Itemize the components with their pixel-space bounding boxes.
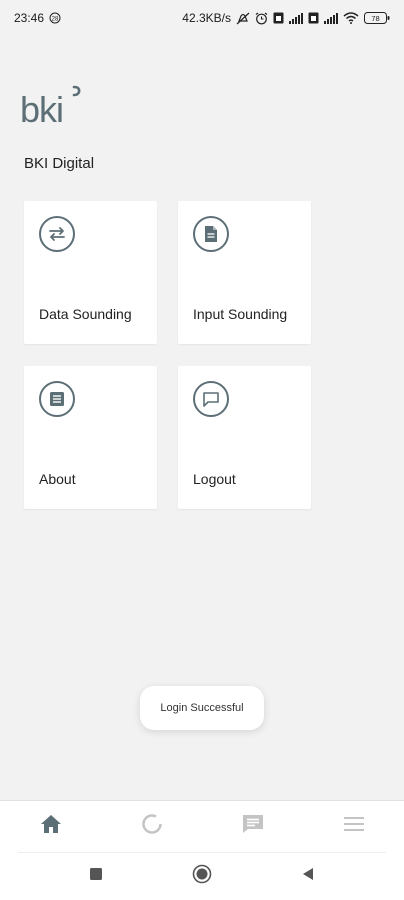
- about-label: About: [39, 471, 76, 487]
- bki-logo: bki: [20, 82, 92, 130]
- about-card[interactable]: About: [24, 366, 157, 509]
- bottom-navigation: [0, 800, 404, 852]
- alarm-icon: [255, 12, 268, 25]
- chat-bubble-icon: [193, 381, 229, 417]
- status-right: 42.3KB/s 78: [182, 11, 390, 25]
- login-toast: Login Successful: [140, 686, 264, 730]
- loading-icon: [141, 813, 163, 840]
- wifi-icon: [343, 12, 359, 24]
- circle-icon: [192, 864, 212, 889]
- home-system-button[interactable]: [187, 861, 217, 891]
- nav-loading-button[interactable]: [122, 807, 182, 847]
- status-left: 23:46 28: [14, 11, 61, 25]
- back-triangle-icon: [302, 867, 314, 886]
- network-speed: 42.3KB/s: [182, 11, 231, 25]
- message-icon: [242, 814, 264, 839]
- app-title: BKI Digital: [24, 155, 95, 172]
- menu-icon: [343, 816, 365, 837]
- notification-badge-icon: 28: [49, 12, 61, 24]
- sim1-icon: [273, 12, 284, 24]
- mute-icon: [236, 12, 250, 25]
- battery-level: 78: [371, 14, 379, 23]
- recent-apps-button[interactable]: [81, 861, 111, 891]
- input-sounding-card[interactable]: Input Sounding: [178, 201, 311, 344]
- notification-badge-count: 28: [52, 16, 59, 22]
- list-icon: [39, 381, 75, 417]
- data-sounding-card[interactable]: Data Sounding: [24, 201, 157, 344]
- signal2-icon: [324, 12, 338, 24]
- back-system-button[interactable]: [293, 861, 323, 891]
- status-bar: 23:46 28 42.3KB/s 78: [0, 0, 404, 36]
- logout-card[interactable]: Logout: [178, 366, 311, 509]
- logout-label: Logout: [193, 471, 236, 487]
- nav-messages-button[interactable]: [223, 807, 283, 847]
- data-sounding-label: Data Sounding: [39, 306, 132, 322]
- swap-arrows-icon: [39, 216, 75, 252]
- status-time: 23:46: [14, 11, 45, 25]
- system-navigation-bar: [0, 852, 404, 900]
- home-icon: [40, 814, 62, 839]
- nav-home-button[interactable]: [21, 807, 81, 847]
- signal1-icon: [289, 12, 303, 24]
- sim2-icon: [308, 12, 319, 24]
- nav-menu-button[interactable]: [324, 807, 384, 847]
- battery-icon: 78: [364, 12, 390, 24]
- toast-message: Login Successful: [160, 702, 244, 714]
- app-screen: 23:46 28 42.3KB/s 78 bki BKI Digital Dat…: [0, 0, 404, 900]
- input-sounding-label: Input Sounding: [193, 306, 288, 322]
- document-icon: [193, 216, 229, 252]
- square-icon: [90, 867, 102, 885]
- system-nav-divider: [18, 852, 386, 853]
- logo-text: bki: [20, 89, 63, 128]
